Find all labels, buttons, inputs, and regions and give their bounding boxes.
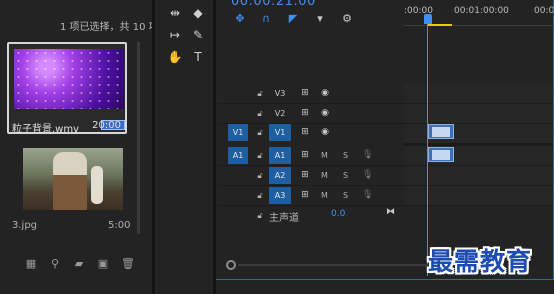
list-view-icon[interactable]: ▦ bbox=[25, 258, 37, 270]
project-item[interactable] bbox=[7, 148, 127, 230]
new-item-icon[interactable]: ▣ bbox=[97, 258, 109, 270]
item-name: 3.jpg bbox=[12, 220, 38, 231]
tools-panel bbox=[155, 0, 213, 294]
watermark-logo: 最需教育 bbox=[428, 247, 533, 276]
item-duration: 20:00 bbox=[92, 120, 121, 131]
project-toolbar: ▦ ⚲ ▰ ▣ 🗑 bbox=[25, 258, 135, 270]
clip-thumbnail bbox=[14, 49, 124, 109]
new-bin-icon[interactable]: ▰ bbox=[73, 258, 85, 270]
trash-icon[interactable]: 🗑 bbox=[121, 258, 135, 270]
item-duration: 5:00 bbox=[108, 220, 131, 231]
hand-tool-icon[interactable]: ✋ bbox=[167, 50, 183, 64]
search-icon[interactable]: ⚲ bbox=[49, 258, 61, 270]
ripple-edit-tool-icon[interactable]: ⇹ bbox=[167, 6, 183, 20]
selection-status: 1 项已选择，共 10 项 bbox=[60, 22, 159, 33]
razor-tool-icon[interactable]: ◆ bbox=[190, 6, 206, 20]
slip-tool-icon[interactable]: ↦ bbox=[167, 28, 183, 42]
project-item[interactable]: 粒子背景.wmv 20:00 bbox=[7, 42, 127, 135]
type-tool-icon[interactable]: T bbox=[190, 50, 206, 64]
pen-tool-icon[interactable]: ✎ bbox=[190, 28, 206, 42]
project-scrollbar[interactable] bbox=[137, 42, 140, 234]
clip-thumbnail bbox=[23, 148, 123, 210]
item-name: 粒子背景.wmv bbox=[12, 124, 80, 135]
